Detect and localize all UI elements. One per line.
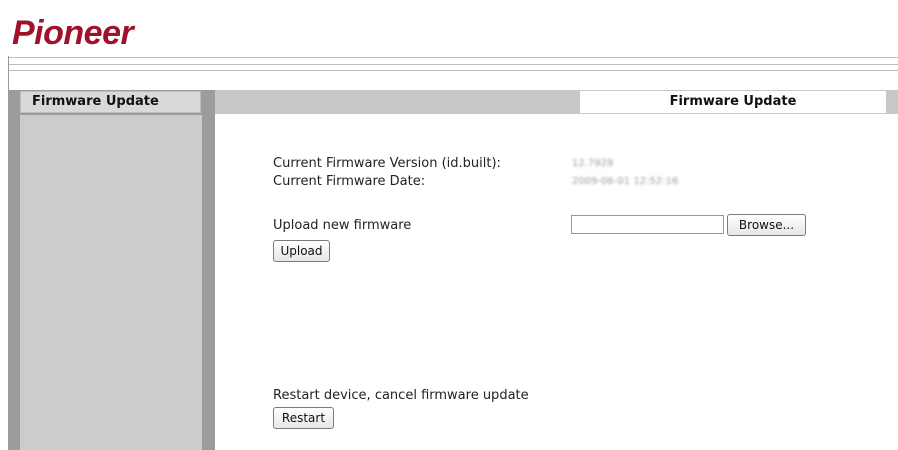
firmware-date-value: 2009-06-01 12:52:16 bbox=[572, 176, 679, 187]
browse-button[interactable]: Browse... bbox=[727, 214, 806, 236]
divider-line bbox=[8, 64, 898, 65]
restart-button[interactable]: Restart bbox=[273, 407, 334, 429]
upload-label: Upload new firmware bbox=[273, 218, 412, 233]
divider-line bbox=[8, 70, 898, 71]
pioneer-logo: Pioneer bbox=[12, 14, 134, 52]
firmware-date-label: Current Firmware Date: bbox=[273, 174, 426, 189]
upload-button[interactable]: Upload bbox=[273, 240, 330, 262]
firmware-version-label: Current Firmware Version (id.built): bbox=[273, 156, 501, 171]
sidebar-item-firmware-update[interactable]: Firmware Update bbox=[20, 91, 201, 113]
tab-firmware-update[interactable]: Firmware Update bbox=[580, 91, 886, 113]
firmware-file-input[interactable] bbox=[571, 215, 724, 234]
divider-line bbox=[8, 57, 898, 58]
frame-separator bbox=[205, 90, 215, 450]
restart-label: Restart device, cancel firmware update bbox=[273, 388, 529, 403]
sidebar-panel bbox=[20, 115, 202, 450]
firmware-version-value: 12.7929 bbox=[572, 158, 614, 169]
